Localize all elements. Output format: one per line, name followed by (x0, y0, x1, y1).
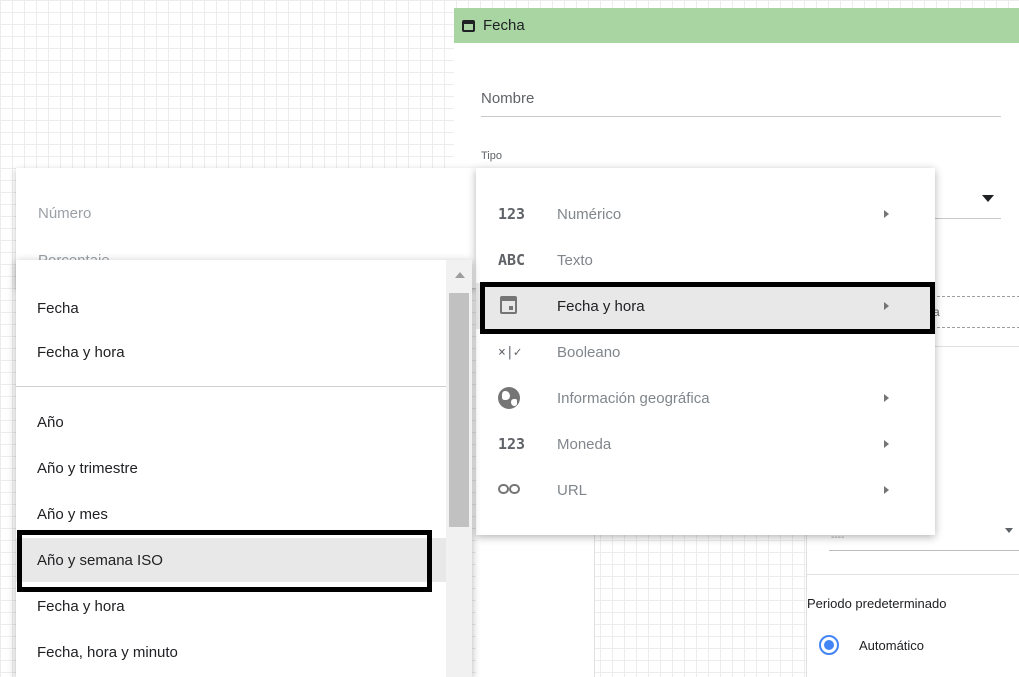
type-item-label: Información geográfica (557, 389, 710, 407)
date-item-fecha-y-hora[interactable]: Fecha y hora (16, 330, 446, 374)
date-item-label: Fecha y hora (37, 343, 125, 361)
scroll-up-icon[interactable] (455, 272, 465, 278)
text-icon: ABC (498, 251, 526, 269)
radio-label: Automático (859, 638, 925, 653)
date-item-label: Año y trimestre (37, 459, 138, 477)
type-item-label: Numérico (557, 205, 622, 223)
canvas-column (476, 532, 595, 677)
scrollbar[interactable] (446, 260, 472, 677)
scroll-thumb[interactable] (449, 293, 469, 527)
date-item-label: Año (37, 413, 64, 431)
field-title: Fecha (483, 17, 525, 34)
date-item-label: Año y mes (37, 505, 108, 523)
link-icon (498, 484, 520, 496)
type-item-label: Moneda (557, 435, 612, 453)
date-item-ano[interactable]: Año (16, 400, 446, 444)
period-label: Periodo predeterminado (807, 596, 947, 611)
date-item-label: Fecha (37, 299, 79, 317)
boolean-icon: ×|✓ (498, 344, 522, 360)
type-item-texto[interactable]: ABC Texto (476, 237, 935, 283)
type-dropdown-arrow-icon[interactable] (982, 195, 994, 202)
divider (807, 574, 1019, 575)
type-item-label: Texto (557, 251, 593, 269)
type-item-label: Booleano (557, 343, 621, 361)
number-icon: 123 (498, 205, 526, 223)
type-item-geo[interactable]: Información geográfica (476, 375, 935, 421)
date-item-fecha[interactable]: Fecha (16, 286, 446, 330)
type-item-numerico[interactable]: 123 Numérico (476, 191, 935, 237)
date-item-fecha-hora-minuto[interactable]: Fecha, hora y minuto (16, 630, 446, 674)
currency-icon: 123 (498, 435, 526, 453)
highlight-box (480, 282, 935, 334)
type-menu: 123 Numérico ABC Texto Fecha y hora ×|✓ … (476, 168, 935, 535)
date-item-ano-trimestre[interactable]: Año y trimestre (16, 446, 446, 490)
name-field[interactable]: Nombre (481, 90, 1001, 117)
menu-item-numero[interactable]: Número (38, 205, 91, 222)
highlight-box (17, 530, 432, 592)
chevron-right-icon (884, 440, 889, 448)
type-item-label: URL (557, 481, 588, 499)
calendar-icon (462, 19, 475, 32)
field-header: Fecha (454, 8, 1019, 43)
date-format-menu: Fecha Fecha y hora Año Año y trimestre A… (16, 260, 472, 677)
type-item-booleano[interactable]: ×|✓ Booleano (476, 329, 935, 375)
date-item-label: Fecha, hora y minuto (37, 643, 178, 661)
date-item-label: Fecha y hora (37, 597, 125, 615)
chevron-right-icon (884, 210, 889, 218)
radio-dot (824, 640, 834, 650)
type-label: Tipo (481, 150, 502, 162)
chevron-right-icon (884, 486, 889, 494)
type-item-moneda[interactable]: 123 Moneda (476, 421, 935, 467)
divider (16, 386, 446, 387)
select-underline (829, 550, 1019, 551)
type-item-url[interactable]: URL (476, 467, 935, 513)
chevron-down-icon[interactable] (1005, 528, 1013, 533)
chevron-right-icon (884, 394, 889, 402)
globe-icon (498, 387, 520, 409)
radio-automatic[interactable] (819, 635, 839, 655)
